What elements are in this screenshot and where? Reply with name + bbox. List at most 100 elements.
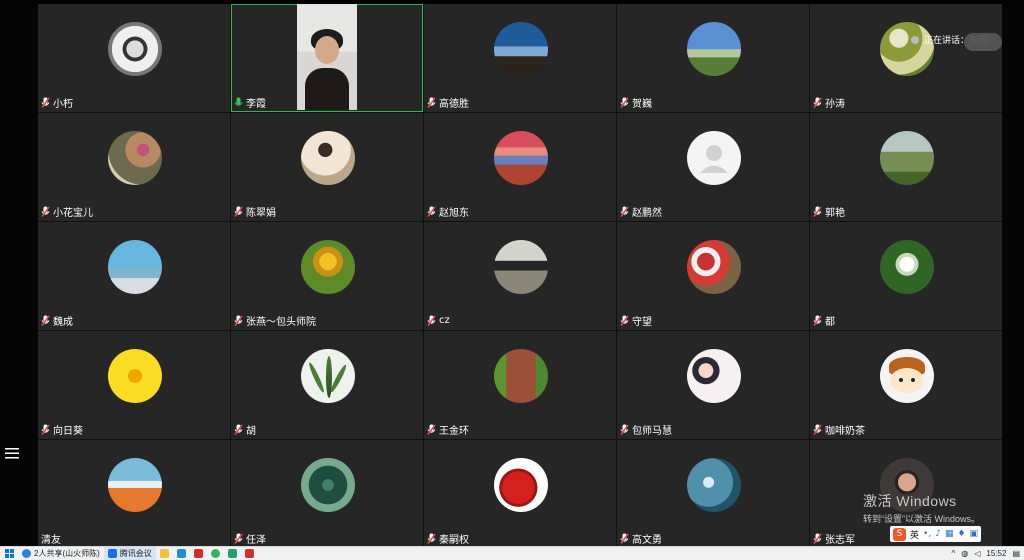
mic-muted-icon — [813, 206, 822, 218]
participant-name-row: 咖啡奶茶 — [813, 421, 865, 438]
more-options-button[interactable] — [964, 33, 1002, 51]
mic-on-icon — [234, 97, 243, 109]
participant-tile[interactable]: 小朽 — [38, 4, 230, 112]
participant-tile[interactable]: 魏成 — [38, 222, 230, 330]
participant-name-row: 陈翠娟 — [234, 203, 276, 220]
meeting-window: 小朽 李霞 高德胜 贺巍 — [0, 0, 1024, 559]
participant-tile[interactable]: 小花宝儿 — [38, 113, 230, 221]
taskbar-item-app[interactable] — [207, 547, 224, 560]
avatar — [301, 240, 355, 294]
participant-tile[interactable]: 秦嗣权 — [424, 440, 616, 548]
watermark-subtitle: 转到“设置”以激活 Windows。 — [863, 512, 980, 525]
taskbar-item-app[interactable] — [224, 547, 241, 560]
mic-muted-icon — [427, 315, 436, 327]
participant-name-row: 张志军 — [813, 530, 855, 547]
participant-name-row: 小朽 — [41, 94, 73, 111]
participant-name: 王金环 — [439, 422, 469, 437]
avatar — [301, 458, 355, 512]
browser-icon — [22, 549, 31, 558]
avatar — [108, 349, 162, 403]
apps-icon: ▣ — [970, 529, 979, 539]
participant-name: 守望 — [632, 313, 652, 328]
mic-muted-icon — [620, 533, 629, 545]
keyboard-icon: ▦ — [945, 529, 954, 539]
participant-tile[interactable]: 赵旭东 — [424, 113, 616, 221]
participant-tile[interactable]: 高文勇 — [617, 440, 809, 548]
participant-name: 小朽 — [53, 95, 73, 110]
taskbar-item-folder[interactable] — [156, 547, 173, 560]
participant-tile[interactable]: 郭艳 — [810, 113, 1002, 221]
participant-tile[interactable]: 咖啡奶茶 — [810, 331, 1002, 439]
avatar — [301, 131, 355, 185]
participant-name-row: 王金环 — [427, 421, 469, 438]
hamburger-menu-icon[interactable] — [5, 447, 19, 459]
participant-tile[interactable]: 陈翠娟 — [231, 113, 423, 221]
windows-start-button[interactable] — [0, 547, 18, 560]
participant-tile[interactable]: 任泽 — [231, 440, 423, 548]
participant-tile[interactable]: 张燕～包头师院 — [231, 222, 423, 330]
participant-name-row: 秦嗣权 — [427, 530, 469, 547]
input-method-toolbar[interactable]: S 英 •, ♪ ▦ ♦ ▣ — [890, 526, 981, 542]
network-icon[interactable]: ◍ — [961, 549, 968, 558]
participant-tile[interactable]: 贺巍 — [617, 4, 809, 112]
participant-name-row: 包师马慧 — [620, 421, 672, 438]
mic-muted-icon — [427, 424, 436, 436]
participant-tile[interactable]: cz — [424, 222, 616, 330]
participant-name: 孙涛 — [825, 95, 845, 110]
mic-muted-icon — [813, 424, 822, 436]
avatar — [494, 22, 548, 76]
participant-tile[interactable]: 高德胜 — [424, 4, 616, 112]
participant-name: 郭艳 — [825, 204, 845, 219]
participant-name: 都 — [825, 313, 835, 328]
taskbar-item-app[interactable] — [190, 547, 207, 560]
participant-name-row: cz — [427, 312, 450, 329]
chevron-up-icon[interactable]: ^ — [952, 549, 956, 558]
participant-tile[interactable]: 向日葵 — [38, 331, 230, 439]
avatar — [880, 131, 934, 185]
participant-tile[interactable]: 都 — [810, 222, 1002, 330]
avatar — [108, 458, 162, 512]
participant-tile[interactable]: 正在讲话：李霞; 孙涛 — [810, 4, 1002, 112]
participant-name: 贺巍 — [632, 95, 652, 110]
participant-tile[interactable]: 赵鹏然 — [617, 113, 809, 221]
mic-muted-icon — [813, 315, 822, 327]
app-icon — [194, 549, 203, 558]
avatar — [301, 349, 355, 403]
default-person-icon — [687, 131, 741, 185]
avatar — [108, 131, 162, 185]
mic-muted-icon — [620, 97, 629, 109]
avatar — [108, 22, 162, 76]
avatar — [494, 349, 548, 403]
participant-tile[interactable]: 守望 — [617, 222, 809, 330]
mic-muted-icon — [234, 533, 243, 545]
mic-muted-icon — [813, 97, 822, 109]
avatar — [687, 131, 741, 185]
participant-tile[interactable]: 王金环 — [424, 331, 616, 439]
volume-icon[interactable]: ◁ — [974, 549, 980, 558]
participant-name: 向日葵 — [53, 422, 83, 437]
participant-tile[interactable]: 清友 — [38, 440, 230, 548]
participant-tile-active-speaker[interactable]: 李霞 — [231, 4, 423, 112]
taskbar-item-browser[interactable]: 2人共享(山火师陈) — [18, 547, 104, 560]
participant-name: 高文勇 — [632, 531, 662, 546]
participant-name: 任泽 — [246, 531, 266, 546]
watermark-title: 激活 Windows — [863, 491, 980, 511]
participant-name-row: 郭艳 — [813, 203, 845, 220]
participant-name-row: 赵鹏然 — [620, 203, 662, 220]
participant-tile[interactable]: 包师马慧 — [617, 331, 809, 439]
participant-name: 李霞 — [246, 95, 266, 110]
avatar — [687, 240, 741, 294]
taskbar-item-app[interactable] — [241, 547, 258, 560]
participant-tile[interactable]: 胡 — [231, 331, 423, 439]
participant-name: 赵鹏然 — [632, 204, 662, 219]
participant-name: 张志军 — [825, 531, 855, 546]
taskbar-item-app[interactable] — [173, 547, 190, 560]
participant-name-row: 张燕～包头师院 — [234, 312, 316, 329]
taskbar-item-meeting[interactable]: 腾讯会议 — [104, 547, 156, 560]
participant-name-row: 孙涛 — [813, 94, 845, 111]
clock[interactable]: 15:52 — [986, 549, 1006, 558]
notification-icon[interactable]: ▤ — [1012, 549, 1020, 558]
avatar — [687, 349, 741, 403]
participant-name: 包师马慧 — [632, 422, 672, 437]
participant-name: 咖啡奶茶 — [825, 422, 865, 437]
